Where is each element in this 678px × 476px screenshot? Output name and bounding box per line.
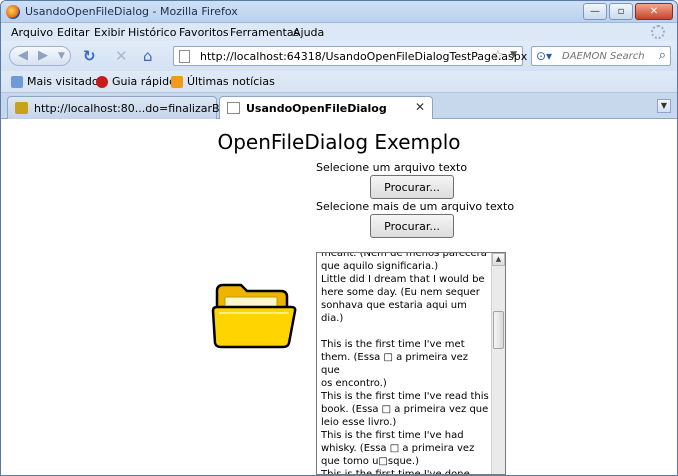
bookmark-label: Últimas notícias — [187, 75, 275, 88]
bookmark-label: Guia rápido — [112, 75, 176, 88]
tab-label: http://localhost:80...do=finalizarBrasil — [34, 102, 243, 115]
folder-bookmark-icon — [11, 75, 23, 88]
bookmark-mais-visitados[interactable]: Mais visitados — [11, 75, 104, 88]
rss-feed-icon — [171, 75, 183, 88]
tab-close-icon[interactable]: ✕ — [415, 100, 425, 114]
url-dropdown-icon[interactable]: ▼ — [510, 50, 517, 60]
scrollbar-thumb[interactable] — [493, 311, 504, 349]
menu-historico[interactable]: Histórico — [128, 26, 176, 39]
file-content-text: meant. (Nem de menos parecera que aquilo… — [321, 252, 489, 475]
page-icon — [179, 50, 190, 63]
textarea-scrollbar[interactable]: ▲ — [491, 253, 505, 474]
close-button[interactable]: ✕ — [635, 3, 673, 20]
back-arrow-icon[interactable]: ◀ — [18, 48, 28, 63]
menu-editar[interactable]: Editar — [57, 26, 90, 39]
back-forward-group: ◀ ▶ ▼ — [9, 46, 71, 66]
menu-ferramentas[interactable]: Ferramentas — [230, 26, 299, 39]
tab-bar: http://localhost:80...do=finalizarBrasil… — [1, 93, 677, 120]
reload-icon[interactable]: ↻ — [83, 47, 96, 65]
loading-throbber-icon — [651, 25, 665, 39]
browse-multi-button[interactable]: Procurar... — [370, 214, 454, 238]
search-icon[interactable]: ⌕ — [659, 48, 666, 63]
search-box[interactable]: ⊙▾ ⌕ — [531, 46, 671, 66]
tab-usandoopenfiledialog[interactable]: UsandoOpenFileDialog ✕ — [219, 96, 433, 120]
menu-bar: Arquivo Editar Exibir Histórico Favorito… — [1, 23, 677, 41]
bookmarks-toolbar: Mais visitados Guia rápido Últimas notíc… — [1, 71, 677, 93]
tab-localhost[interactable]: http://localhost:80...do=finalizarBrasil — [7, 96, 243, 119]
bookmark-ultimas-noticias[interactable]: Últimas notícias — [171, 75, 275, 88]
scroll-up-icon[interactable]: ▲ — [492, 253, 505, 266]
bookmark-star-icon[interactable]: ☆ — [491, 48, 504, 64]
menu-arquivo[interactable]: Arquivo — [11, 26, 53, 39]
browse-single-button[interactable]: Procurar... — [370, 175, 454, 199]
tab-list-button[interactable]: ▼ — [657, 99, 671, 113]
firefox-window: UsandoOpenFileDialog - Mozilla Firefox —… — [0, 0, 678, 476]
page-icon — [227, 102, 240, 114]
menu-ajuda[interactable]: Ajuda — [293, 26, 324, 39]
navigation-toolbar: ◀ ▶ ▼ ↻ ✕ ⌂ http://localhost:64318/Usand… — [1, 41, 677, 71]
single-file-label: Selecione um arquivo texto — [316, 161, 468, 174]
window-title: UsandoOpenFileDialog - Mozilla Firefox — [25, 5, 238, 18]
bookmark-guia-rapido[interactable]: Guia rápido — [96, 75, 176, 88]
firefox-bookmark-icon — [96, 75, 108, 88]
file-content-textarea[interactable]: meant. (Nem de menos parecera que aquilo… — [316, 252, 506, 475]
history-dropdown-icon[interactable]: ▼ — [58, 51, 65, 61]
menu-favoritos[interactable]: Favoritos — [179, 26, 229, 39]
window-controls: — ▫ ✕ — [583, 3, 673, 20]
forward-arrow-icon[interactable]: ▶ — [38, 48, 48, 63]
stop-icon[interactable]: ✕ — [115, 47, 128, 65]
home-icon[interactable]: ⌂ — [143, 47, 153, 65]
tab-label: UsandoOpenFileDialog — [246, 102, 387, 115]
page-content: OpenFileDialog Exemplo Selecione um arqu… — [1, 119, 677, 475]
title-bar: UsandoOpenFileDialog - Mozilla Firefox —… — [1, 1, 677, 23]
url-text: http://localhost:64318/UsandoOpenFileDia… — [200, 50, 528, 63]
search-engine-icon[interactable]: ⊙▾ — [536, 49, 552, 63]
folder-icon — [211, 283, 297, 349]
bookmark-label: Mais visitados — [27, 75, 105, 88]
menu-exibir[interactable]: Exibir — [94, 26, 125, 39]
search-input[interactable] — [562, 49, 652, 63]
address-bar[interactable]: http://localhost:64318/UsandoOpenFileDia… — [173, 46, 527, 66]
page-title: OpenFileDialog Exemplo — [217, 130, 461, 154]
firefox-icon — [6, 5, 20, 19]
multi-file-label: Selecione mais de um arquivo texto — [316, 200, 515, 213]
maximize-button[interactable]: ▫ — [609, 3, 633, 20]
minimize-button[interactable]: — — [583, 3, 607, 20]
site-favicon-icon — [15, 102, 28, 114]
